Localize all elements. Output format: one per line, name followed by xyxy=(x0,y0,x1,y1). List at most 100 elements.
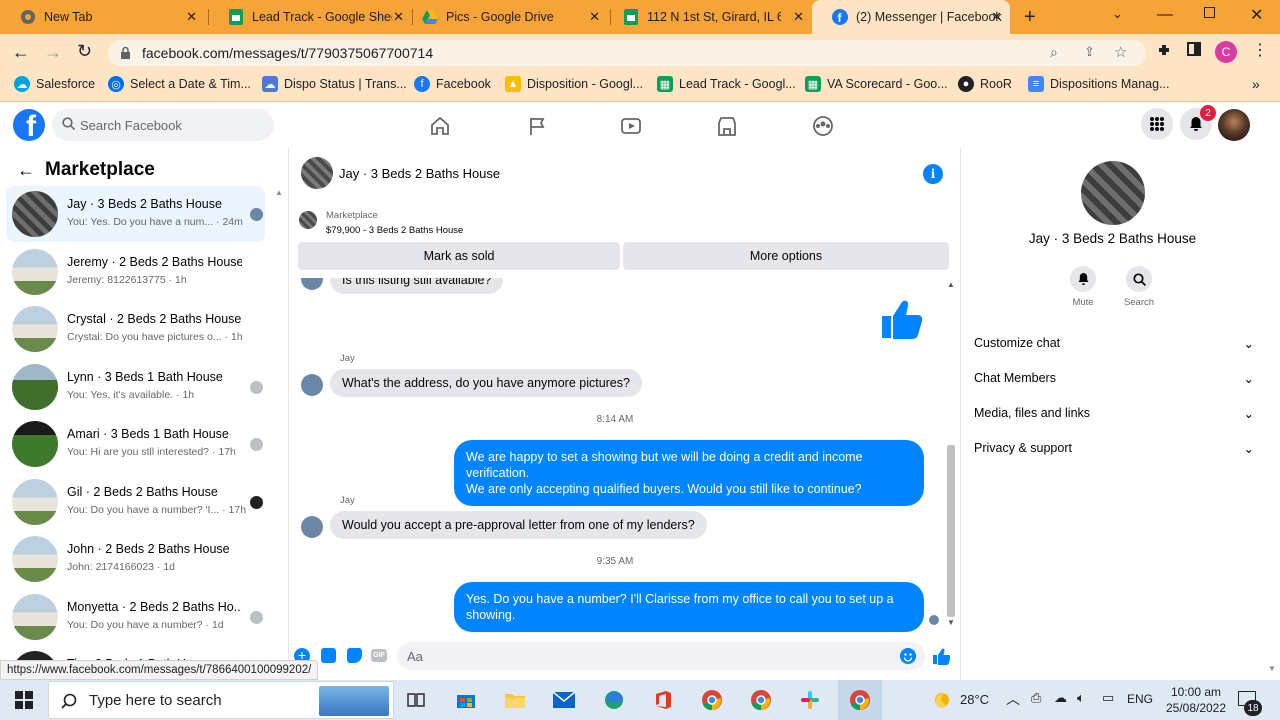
scroll-down-arrow[interactable]: ▼ xyxy=(1268,664,1276,673)
message-bubble-outgoing[interactable]: Yes. Do you have a number? I'll Clarisse… xyxy=(454,582,924,632)
bookmark-star-icon[interactable]: ☆ xyxy=(1114,43,1127,61)
profile-avatar[interactable]: C xyxy=(1215,41,1237,63)
thread-scrollbar[interactable]: ▲ ▼ xyxy=(944,280,958,630)
gif-icon[interactable]: GIF xyxy=(371,649,387,662)
watch-icon[interactable] xyxy=(619,114,643,138)
marketplace-icon[interactable] xyxy=(715,114,739,138)
reload-icon[interactable]: ↻ xyxy=(77,41,92,62)
language-indicator[interactable]: ENG xyxy=(1127,692,1153,706)
office-icon[interactable] xyxy=(651,688,675,712)
conversation-item[interactable]: Gil · 2 Beds 2 Baths House You: Do you ha… xyxy=(6,474,265,530)
facebook-logo[interactable]: f xyxy=(13,109,45,141)
taskbar-search-input[interactable]: Type here to search xyxy=(48,681,394,719)
tab-new-tab[interactable]: New Tab ✕ xyxy=(0,0,205,34)
search-icon[interactable] xyxy=(1126,266,1152,292)
extensions-icon[interactable] xyxy=(1156,42,1172,63)
section-chat-members[interactable]: Chat Members ⌄ xyxy=(974,366,1254,390)
file-explorer-icon[interactable] xyxy=(503,688,527,712)
photo-icon[interactable] xyxy=(321,648,336,663)
minimize-icon[interactable]: — xyxy=(1157,6,1173,24)
bookmark-dispositions-manager[interactable]: ≡ Dispositions Manag... xyxy=(1028,76,1170,92)
tab-search-icon[interactable]: ⌄ xyxy=(1112,6,1123,22)
conversation-item[interactable]: Crystal · 2 Beds 2 Baths House Crystal: D… xyxy=(6,301,265,357)
conversation-item[interactable]: Lynn · 3 Beds 1 Bath House You: Yes, it's… xyxy=(6,359,265,415)
chrome-profile-icon[interactable] xyxy=(749,688,773,712)
mark-as-sold-button[interactable]: Mark as sold xyxy=(298,242,620,270)
mail-icon[interactable] xyxy=(552,688,576,712)
close-tab-icon[interactable]: ✕ xyxy=(186,9,197,25)
section-privacy-support[interactable]: Privacy & support ⌄ xyxy=(974,436,1254,460)
section-customize-chat[interactable]: Customize chat ⌄ xyxy=(974,331,1254,355)
maximize-icon[interactable] xyxy=(1204,7,1215,18)
tab-address-sheet[interactable]: 112 N 1st St, Girard, IL 62 ✕ xyxy=(603,0,812,34)
conversation-item[interactable]: Amari · 3 Beds 1 Bath House You: Hi are y… xyxy=(6,416,265,472)
more-options-button[interactable]: More options xyxy=(623,242,949,270)
message-bubble-incoming[interactable]: What's the address, do you have anymore … xyxy=(330,369,642,397)
chat-avatar[interactable] xyxy=(301,157,333,189)
meet-now-icon[interactable]: ⎙ xyxy=(1031,690,1041,706)
bookmark-salesforce[interactable]: ☁ Salesforce xyxy=(14,76,95,92)
close-tab-icon[interactable]: ✕ xyxy=(991,9,1002,25)
user-avatar[interactable] xyxy=(1218,109,1250,141)
message-input[interactable]: Aa xyxy=(397,642,925,670)
side-panel-icon[interactable] xyxy=(1187,42,1201,56)
clock[interactable]: 10:00 am 25/08/2022 xyxy=(1163,684,1229,716)
message-bubble-incoming[interactable]: Would you accept a pre-approval letter f… xyxy=(330,511,707,539)
facebook-search-input[interactable]: Search Facebook xyxy=(52,109,274,141)
close-tab-icon[interactable]: ✕ xyxy=(589,9,600,25)
contact-avatar[interactable] xyxy=(1081,161,1145,225)
onedrive-icon[interactable]: ☁ xyxy=(1054,690,1067,706)
groups-icon[interactable] xyxy=(811,114,835,138)
volume-icon[interactable]: 🔈︎ xyxy=(1077,690,1085,706)
bookmark-disposition[interactable]: ▲ Disposition - Googl... xyxy=(505,76,643,92)
chevron-up-icon[interactable]: ︿ xyxy=(1006,689,1020,709)
listing-detail[interactable]: $79,900 - 3 Beds 2 Baths House xyxy=(326,225,463,236)
temperature[interactable]: 28°C xyxy=(960,692,989,707)
windows-start-icon[interactable] xyxy=(12,688,36,712)
more-bookmarks-icon[interactable]: » xyxy=(1252,76,1260,92)
pages-flag-icon[interactable] xyxy=(525,114,549,138)
back-arrow-icon[interactable]: ← xyxy=(17,160,35,181)
emoji-icon[interactable] xyxy=(900,648,916,664)
thumbs-up-icon[interactable] xyxy=(932,647,951,670)
conversation-item[interactable]: Jeremy · 2 Beds 2 Baths House Jeremy: 812… xyxy=(6,244,265,300)
home-icon[interactable] xyxy=(428,114,452,138)
sticker-icon[interactable] xyxy=(347,648,362,663)
menu-kebab-icon[interactable]: ⋮ xyxy=(1252,40,1268,60)
chat-title[interactable]: Jay · 3 Beds 2 Baths House xyxy=(339,166,500,181)
close-window-icon[interactable]: ✕ xyxy=(1250,5,1263,25)
section-media-files[interactable]: Media, files and links ⌄ xyxy=(974,401,1254,425)
bookmark-roor[interactable]: ● RooR xyxy=(958,76,1012,92)
tab-lead-track[interactable]: Lead Track - Google Sheets ✕ xyxy=(208,0,412,34)
info-icon[interactable]: i xyxy=(923,164,943,184)
chrome-active-icon[interactable] xyxy=(848,688,872,712)
bookmark-lead-track[interactable]: ▦ Lead Track - Googl... xyxy=(657,76,796,92)
weather-icon[interactable] xyxy=(930,688,954,712)
task-view-icon[interactable] xyxy=(404,688,428,712)
scrollbar-thumb[interactable] xyxy=(947,445,955,617)
network-icon[interactable]: ▭ xyxy=(1102,690,1114,706)
url-bar[interactable]: facebook.com/messages/t/7790375067700714… xyxy=(108,40,1146,66)
bookmark-dispo-status[interactable]: ☁ Dispo Status | Trans... xyxy=(262,76,407,92)
sidebar-scrollbar[interactable]: ▲ xyxy=(274,188,284,678)
edge-icon[interactable] xyxy=(602,688,626,712)
new-tab-icon[interactable]: + xyxy=(1024,6,1036,29)
slack-icon[interactable] xyxy=(798,688,822,712)
bookmark-facebook[interactable]: f Facebook xyxy=(414,76,491,92)
share-icon[interactable]: ⇪ xyxy=(1084,44,1095,60)
conversation-item[interactable]: Jay · 3 Beds 2 Baths House You: Yes. Do y… xyxy=(6,186,265,242)
chrome-icon[interactable] xyxy=(700,688,724,712)
back-arrow-icon[interactable]: ← xyxy=(12,42,30,63)
conversation-item[interactable]: John · 2 Beds 2 Baths House John: 2174166… xyxy=(6,531,265,587)
tab-messenger[interactable]: f (2) Messenger | Facebook ✕ xyxy=(812,0,1010,34)
tab-pics-drive[interactable]: Pics - Google Drive ✕ xyxy=(402,0,608,34)
bookmark-va-scorecard[interactable]: ▦ VA Scorecard - Goo... xyxy=(805,76,948,92)
microsoft-store-icon[interactable] xyxy=(454,688,478,712)
bookmark-select-date[interactable]: ◎ Select a Date & Tim... xyxy=(108,76,251,92)
close-tab-icon[interactable]: ✕ xyxy=(793,9,804,25)
zoom-icon[interactable]: ⌕ xyxy=(1050,44,1058,61)
conversation-item[interactable]: Monyetta · 2 Beds 2 Baths Ho... You: Do y… xyxy=(6,589,265,645)
forward-arrow-icon[interactable]: → xyxy=(44,42,62,63)
menu-grid-icon[interactable] xyxy=(1141,108,1173,140)
mute-bell-icon[interactable] xyxy=(1070,266,1096,292)
